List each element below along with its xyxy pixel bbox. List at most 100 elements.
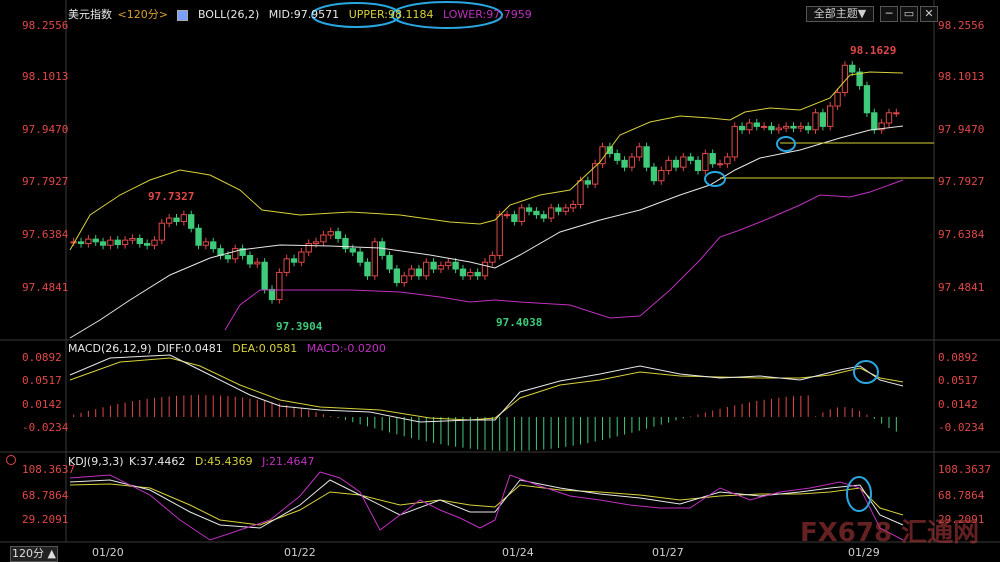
macd-axis-label: 0.0142: [938, 398, 978, 411]
period-selector[interactable]: 120分 ▲: [10, 546, 58, 562]
candle-body: [503, 214, 511, 217]
candle-body: [547, 207, 555, 219]
candle-body: [746, 122, 753, 131]
boll-label: BOLL(26,2): [197, 8, 260, 21]
chart-canvas[interactable]: [0, 0, 1000, 561]
candle-body: [356, 251, 364, 263]
macd-diff: DIFF:0.0481: [157, 342, 223, 355]
theme-select[interactable]: 全部主题▼: [806, 6, 874, 22]
candle-body: [650, 166, 658, 182]
date-label: 01/24: [502, 546, 534, 559]
macd-value: MACD:-0.0200: [306, 342, 386, 355]
candle-body: [709, 153, 716, 165]
candle-body: [437, 265, 445, 270]
price-axis-label: 97.6384: [22, 228, 69, 241]
main-header: 美元指数 <120分> BOLL(26,2) MID:97.9571 UPPER…: [68, 6, 538, 22]
candle-body: [261, 261, 268, 290]
candle-body: [320, 234, 327, 243]
candle-body: [151, 239, 158, 246]
kdj-header: KDJ(9,3,3) K:37.4462 D:45.4369 J:21.4647: [68, 455, 321, 468]
boll-checkbox-icon[interactable]: [177, 9, 189, 21]
price-axis-label: 98.2556: [938, 19, 985, 32]
candle-body: [658, 170, 665, 182]
candle-body: [401, 275, 408, 284]
low-annotation-1: 97.3904: [276, 320, 323, 333]
candle-body: [628, 156, 636, 168]
price-axis-label: 98.2556: [22, 19, 69, 32]
candle-body: [334, 231, 342, 239]
candle-body: [812, 112, 819, 131]
candle-body: [665, 159, 672, 172]
candle-body: [540, 214, 547, 219]
kdj-axis-label: 68.7864: [938, 489, 985, 502]
macd-dea: DEA:0.0581: [232, 342, 298, 355]
high-annotation-1: 97.7327: [148, 190, 195, 203]
candle-body: [724, 156, 731, 165]
candle-body: [158, 222, 165, 241]
candle-body: [827, 105, 834, 127]
candle-body: [753, 122, 760, 127]
candle-body: [99, 241, 107, 246]
period-label[interactable]: <120分>: [118, 8, 168, 21]
candle-body: [136, 237, 143, 245]
candle-body: [885, 112, 893, 124]
candle-body: [232, 248, 239, 260]
minimize-icon[interactable]: ─: [880, 6, 898, 22]
candle-body: [738, 125, 746, 131]
watermark-logo: FX678 汇通网: [800, 518, 980, 548]
candle-body: [386, 254, 393, 270]
boll-bands: [69, 71, 934, 339]
candle-body: [246, 254, 254, 265]
date-label: 01/27: [652, 546, 684, 559]
candle-body: [893, 112, 900, 115]
candle-body: [173, 217, 180, 222]
candle-body: [797, 125, 805, 129]
price-axis-label: 97.7927: [938, 175, 985, 188]
kdj-j: J:21.4647: [262, 455, 315, 468]
candle-body: [430, 261, 437, 270]
candle-body: [393, 268, 401, 284]
candle-body: [165, 217, 173, 224]
close-icon[interactable]: ✕: [920, 6, 938, 22]
macd-axis-label: -0.0234: [22, 421, 69, 434]
candle-body: [298, 251, 305, 263]
candle-body: [819, 112, 827, 127]
candle-body: [694, 159, 702, 172]
candle-body: [871, 112, 878, 131]
candle-body: [452, 261, 459, 270]
candlestick-series: [70, 61, 900, 304]
candle-body: [481, 261, 489, 277]
candle-body: [760, 125, 768, 128]
candle-body: [489, 254, 496, 263]
candle-body: [188, 214, 195, 229]
candle-body: [614, 153, 621, 161]
kdj-k: K:37.4462: [129, 455, 186, 468]
candle-body: [496, 214, 503, 256]
candle-body: [276, 271, 283, 301]
candle-body: [364, 261, 371, 277]
macd-axis-label: -0.0234: [938, 421, 985, 434]
candle-body: [511, 214, 518, 222]
candle-body: [474, 271, 481, 277]
candle-body: [423, 261, 430, 277]
macd-panel: [69, 354, 904, 451]
candle-body: [290, 258, 298, 263]
kdj-settings-icon[interactable]: [6, 455, 16, 465]
candle-body: [775, 127, 782, 131]
candle-body: [672, 159, 680, 168]
kdj-axis-label: 108.3637: [938, 463, 991, 476]
candle-body: [327, 231, 334, 236]
macd-label: MACD(26,12,9): [68, 342, 152, 355]
candle-body: [445, 261, 452, 267]
candle-body: [92, 238, 99, 243]
symbol-name: 美元指数: [68, 8, 112, 21]
highlight-circle-macd: [853, 360, 879, 384]
candle-body: [114, 239, 121, 246]
candle-body: [863, 85, 871, 114]
candle-body: [202, 241, 210, 246]
highlight-circle-price: [704, 171, 726, 187]
restore-icon[interactable]: ▭: [900, 6, 918, 22]
date-label: 01/20: [92, 546, 124, 559]
price-axis-label: 97.4841: [22, 281, 69, 294]
macd-axis-label: 0.0517: [22, 374, 62, 387]
